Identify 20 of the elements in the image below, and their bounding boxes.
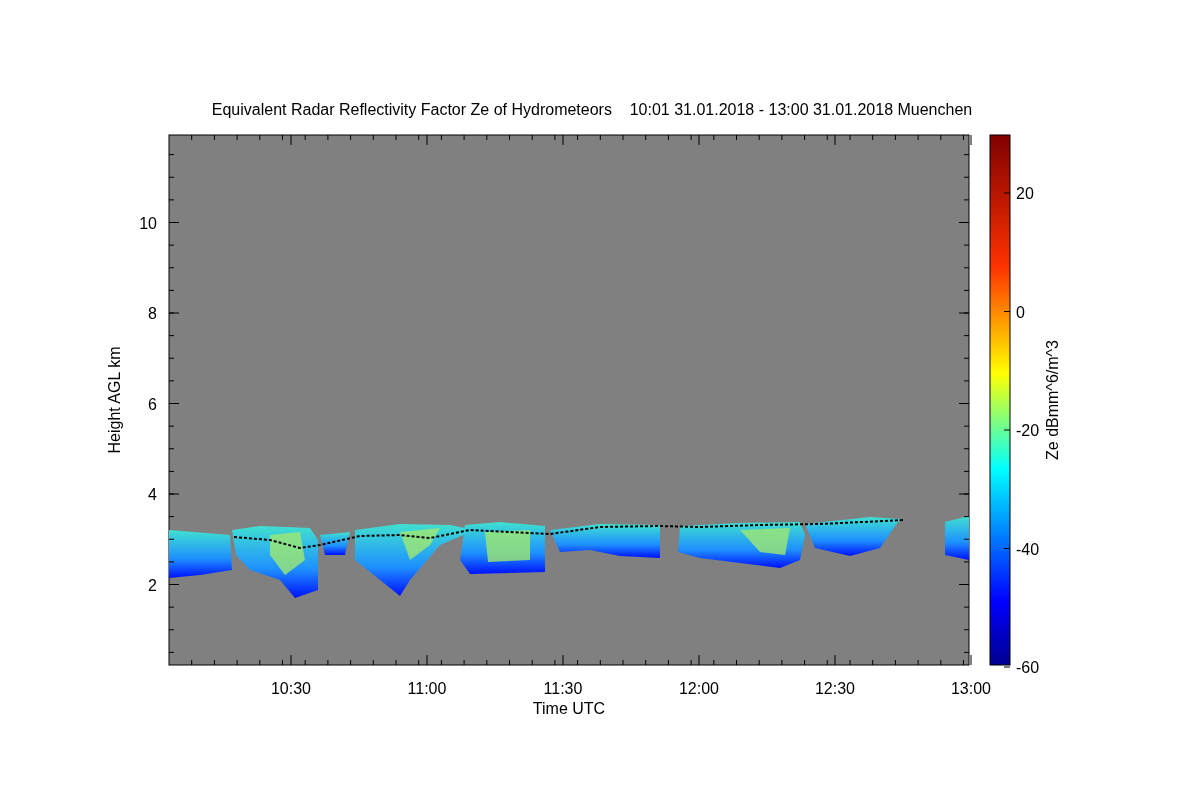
x-tick-label: 11:30	[543, 680, 583, 697]
x-axis-label: Time UTC	[532, 700, 606, 717]
y-tick-label: 4	[148, 486, 157, 503]
colorbar-tick-label: -40	[1016, 540, 1040, 558]
x-tick-label: 12:30	[815, 680, 855, 697]
y-axis-label: Height AGL km	[106, 346, 123, 454]
colorbar-tick-label: -60	[1016, 659, 1040, 676]
y-tick-label: 6	[148, 395, 157, 413]
colorbar-tick-label: 0	[1016, 303, 1025, 321]
chart-title: Equivalent Radar Reflectivity Factor Ze of Hydrometeors 10:01 31.01.2018 - 13:00 31.01.2018 Muenchen	[211, 101, 973, 118]
colorbar-tick-label: 20	[1016, 185, 1034, 202]
colorbar-tick-label: -20	[1016, 422, 1040, 439]
x-tick-label: 12:00	[679, 680, 719, 697]
x-tick-label: 13:00	[951, 680, 991, 697]
colorbar-label: Ze dBmm^6/m^3	[1044, 340, 1061, 460]
y-tick-label: 8	[148, 305, 157, 322]
x-tick-label: 10:30	[271, 680, 311, 697]
x-tick-label: 11:00	[407, 680, 447, 697]
y-tick-label: 2	[148, 576, 157, 594]
y-tick-label: 10	[139, 214, 157, 232]
